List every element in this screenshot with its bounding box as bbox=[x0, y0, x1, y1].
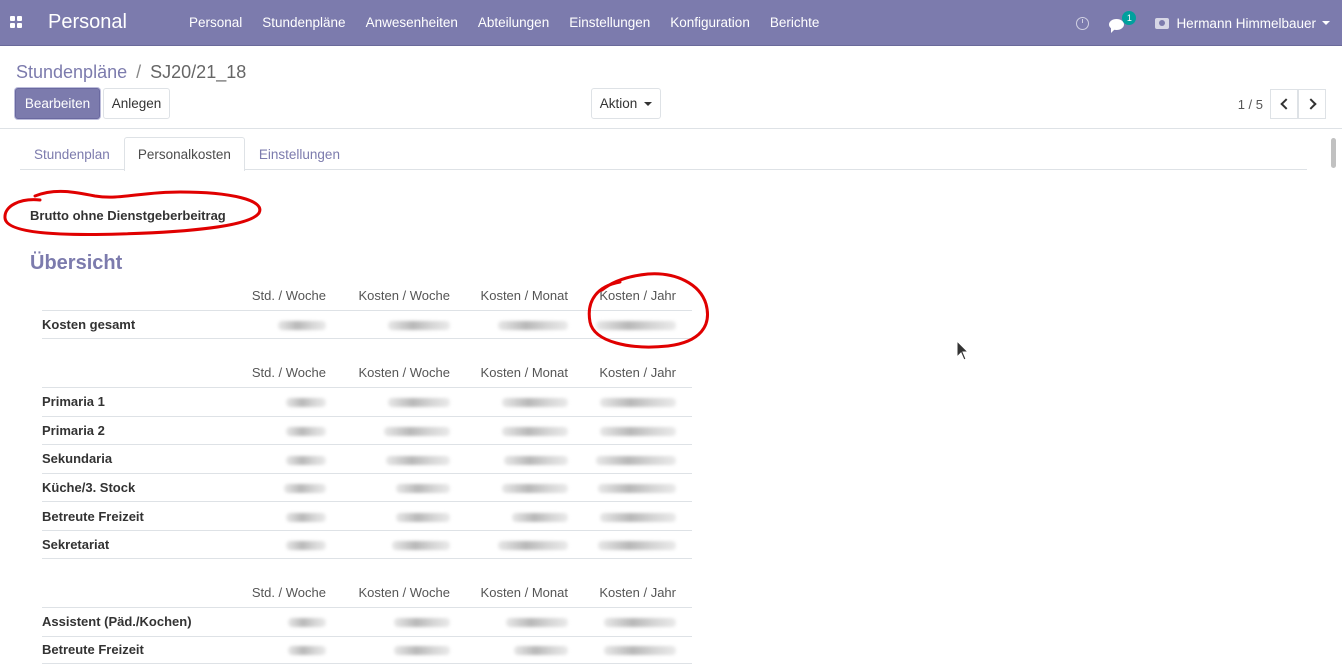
annotation-circle bbox=[587, 272, 709, 349]
annotation-circle bbox=[3, 189, 262, 236]
annotation-overlay bbox=[3, 189, 709, 349]
mouse-cursor-icon bbox=[956, 339, 970, 361]
